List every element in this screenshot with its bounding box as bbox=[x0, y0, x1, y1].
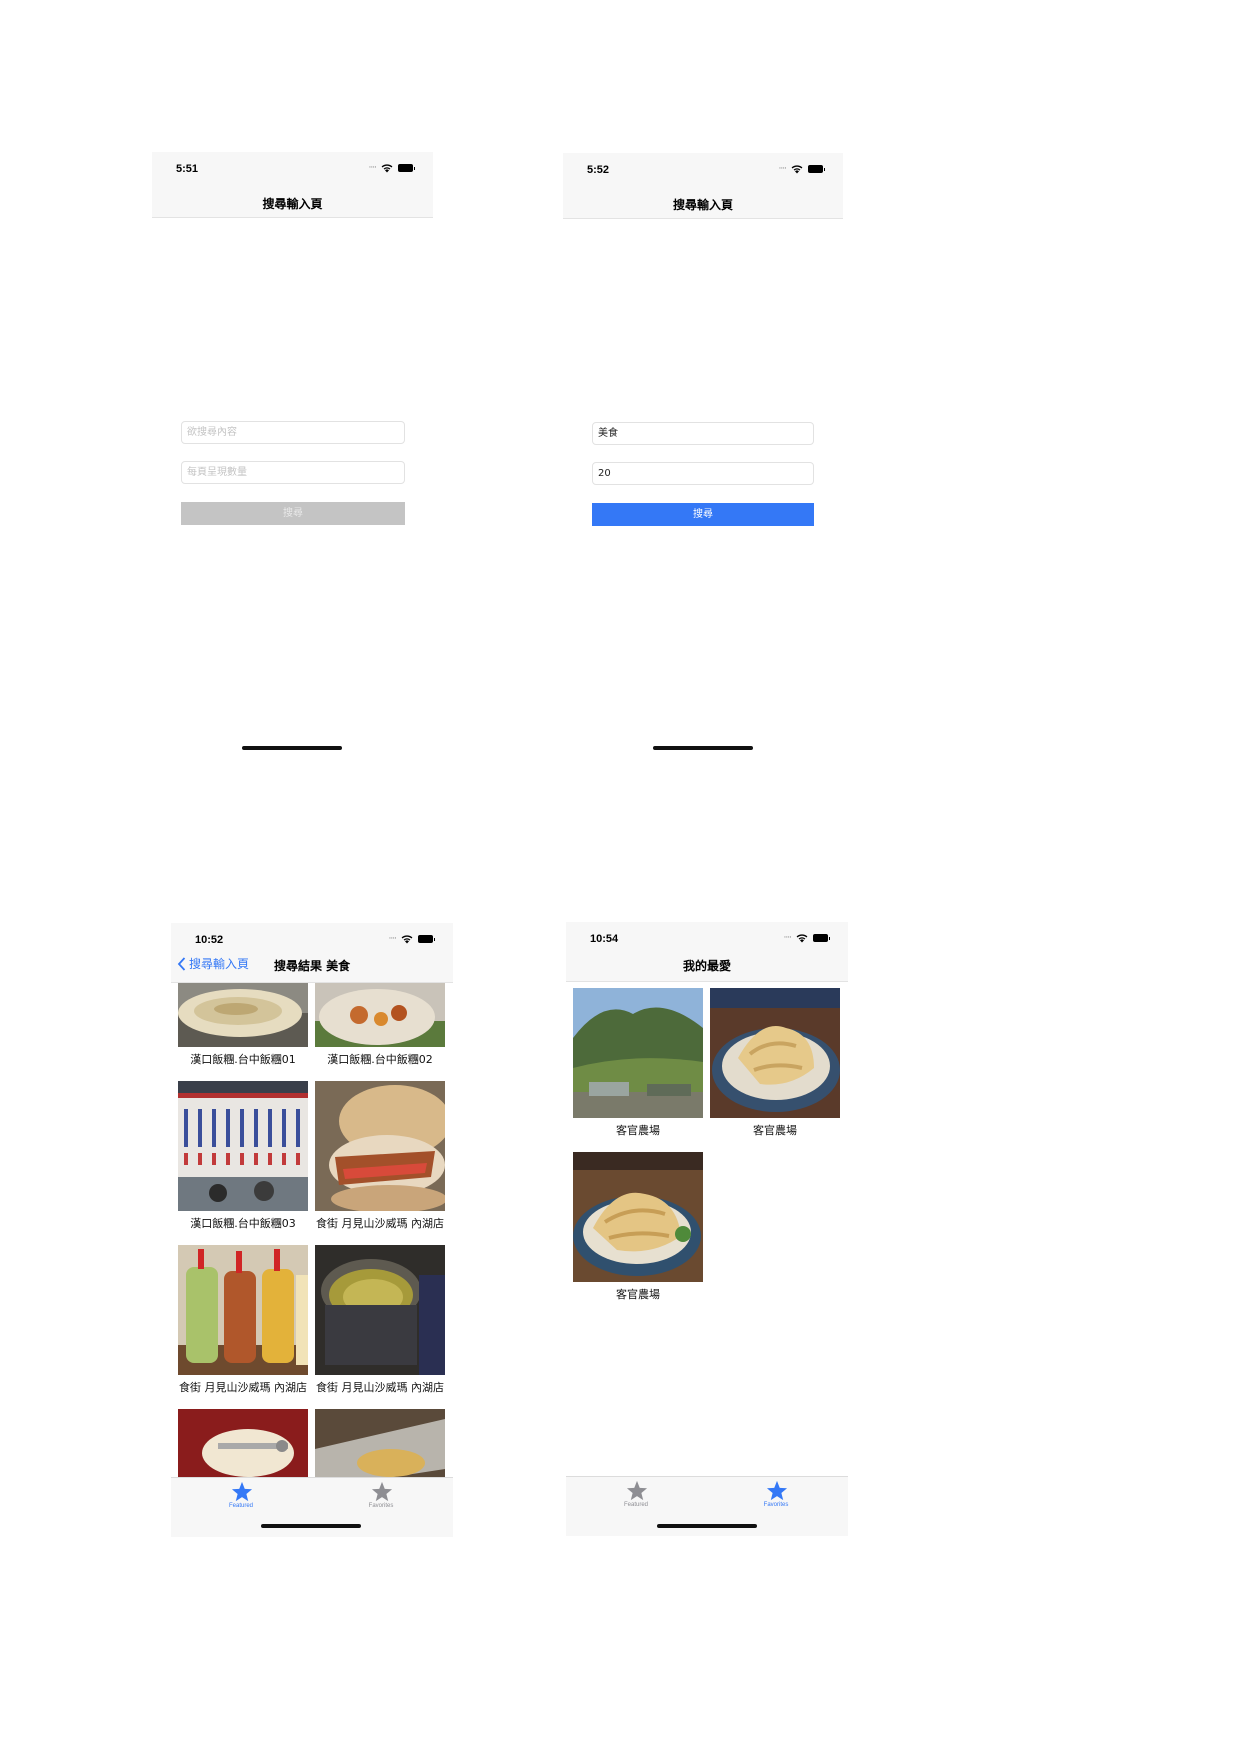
favorites-screen: 10:54 ···· 我的最愛 客官農場 客官農場 客官農場 Featured … bbox=[566, 922, 848, 1537]
home-indicator bbox=[261, 1524, 361, 1528]
star-icon bbox=[626, 1480, 648, 1501]
search-results-screen: 10:52 ···· 搜尋輸入頁 搜尋結果 美食 漢口飯糰.台中飯糰01 漢口飯… bbox=[171, 923, 453, 1537]
battery-icon bbox=[418, 935, 435, 943]
favorite-caption: 客官農場 bbox=[753, 1124, 797, 1137]
chevron-left-icon bbox=[177, 956, 186, 971]
page-title: 搜尋結果 美食 bbox=[274, 959, 351, 973]
favorite-thumbnail bbox=[573, 988, 703, 1118]
status-time: 5:51 bbox=[176, 163, 199, 175]
status-icons: ···· bbox=[389, 934, 435, 944]
tab-favorites[interactable]: Favorites bbox=[706, 1477, 846, 1513]
battery-icon bbox=[813, 934, 830, 942]
result-thumbnail bbox=[178, 983, 308, 1047]
result-thumbnail bbox=[315, 1409, 445, 1477]
star-icon bbox=[231, 1481, 253, 1502]
result-caption: 漢口飯糰.台中飯糰03 bbox=[190, 1217, 296, 1230]
search-input-screen-empty: 5:51 ···· 搜尋輸入頁 欲搜尋內容 每頁呈現數量 搜尋 bbox=[152, 152, 433, 762]
navigation-bar: 10:52 ···· 搜尋輸入頁 搜尋結果 美食 bbox=[171, 923, 453, 983]
favorite-thumbnail bbox=[573, 1152, 703, 1282]
result-thumbnail bbox=[315, 1245, 445, 1375]
navigation-bar: 5:52 ···· 搜尋輸入頁 bbox=[563, 153, 843, 219]
result-caption: 漢口飯糰.台中飯糰02 bbox=[327, 1053, 433, 1066]
cellular-signal-icon: ···· bbox=[783, 933, 793, 943]
status-icons: ···· bbox=[369, 163, 415, 173]
tab-featured[interactable]: Featured bbox=[171, 1478, 311, 1514]
status-time: 10:52 bbox=[195, 934, 224, 946]
favorite-caption: 客官農場 bbox=[616, 1124, 660, 1137]
tab-favorites[interactable]: Favorites bbox=[311, 1478, 451, 1514]
favorites-grid[interactable]: 客官農場 客官農場 客官農場 bbox=[573, 988, 841, 1468]
result-caption: 食街 月見山沙威瑪 內湖店 bbox=[179, 1381, 307, 1394]
result-caption: 食街 月見山沙威瑪 內湖店 bbox=[316, 1217, 444, 1230]
page-title: 搜尋輸入頁 bbox=[262, 197, 323, 211]
result-thumbnail bbox=[178, 1409, 308, 1477]
search-button[interactable]: 搜尋 bbox=[181, 502, 405, 525]
result-caption: 漢口飯糰.台中飯糰01 bbox=[190, 1053, 296, 1066]
home-indicator bbox=[242, 746, 342, 750]
search-input-screen-filled: 5:52 ···· 搜尋輸入頁 美食 20 搜尋 bbox=[563, 153, 843, 763]
tab-label: Featured bbox=[228, 1503, 253, 1509]
home-indicator bbox=[653, 746, 753, 750]
wifi-icon bbox=[796, 934, 808, 943]
favorite-thumbnail bbox=[710, 988, 840, 1118]
navigation-bar: 5:51 ···· 搜尋輸入頁 bbox=[152, 152, 433, 218]
back-button[interactable]: 搜尋輸入頁 bbox=[177, 955, 249, 972]
home-indicator bbox=[657, 1524, 757, 1528]
tab-bar: Featured Favorites bbox=[171, 1477, 453, 1537]
cellular-signal-icon: ···· bbox=[388, 934, 398, 944]
tab-label: Favorites bbox=[763, 1502, 789, 1508]
result-thumbnail bbox=[315, 1081, 445, 1211]
star-icon bbox=[371, 1481, 393, 1502]
battery-icon bbox=[808, 165, 825, 173]
results-grid[interactable]: 漢口飯糰.台中飯糰01 漢口飯糰.台中飯糰02 漢口飯糰.台中飯糰03 食街 月… bbox=[178, 983, 446, 1477]
status-icons: ···· bbox=[779, 164, 825, 174]
result-thumbnail bbox=[178, 1081, 308, 1211]
back-button-label: 搜尋輸入頁 bbox=[189, 957, 250, 971]
search-button[interactable]: 搜尋 bbox=[592, 503, 814, 526]
result-thumbnail bbox=[315, 983, 445, 1047]
result-caption: 食街 月見山沙威瑪 內湖店 bbox=[316, 1381, 444, 1394]
favorite-caption: 客官農場 bbox=[616, 1288, 660, 1301]
battery-icon bbox=[398, 164, 415, 172]
page-size-input[interactable]: 20 bbox=[592, 462, 814, 485]
page-size-input[interactable]: 每頁呈現數量 bbox=[181, 461, 405, 484]
wifi-icon bbox=[381, 164, 393, 173]
star-icon bbox=[766, 1480, 788, 1501]
tab-featured[interactable]: Featured bbox=[566, 1477, 706, 1513]
search-query-input[interactable]: 欲搜尋內容 bbox=[181, 421, 405, 444]
status-time: 10:54 bbox=[590, 933, 619, 945]
wifi-icon bbox=[791, 165, 803, 174]
tab-label: Favorites bbox=[368, 1503, 394, 1509]
status-time: 5:52 bbox=[587, 164, 610, 176]
navigation-bar: 10:54 ···· 我的最愛 bbox=[566, 922, 848, 982]
search-query-input[interactable]: 美食 bbox=[592, 422, 814, 445]
page-title: 我的最愛 bbox=[682, 959, 731, 973]
cellular-signal-icon: ···· bbox=[778, 164, 788, 174]
status-icons: ···· bbox=[784, 933, 830, 943]
tab-label: Featured bbox=[623, 1502, 648, 1508]
result-thumbnail bbox=[178, 1245, 308, 1375]
page-title: 搜尋輸入頁 bbox=[672, 198, 733, 212]
cellular-signal-icon: ···· bbox=[368, 163, 378, 173]
wifi-icon bbox=[401, 935, 413, 944]
